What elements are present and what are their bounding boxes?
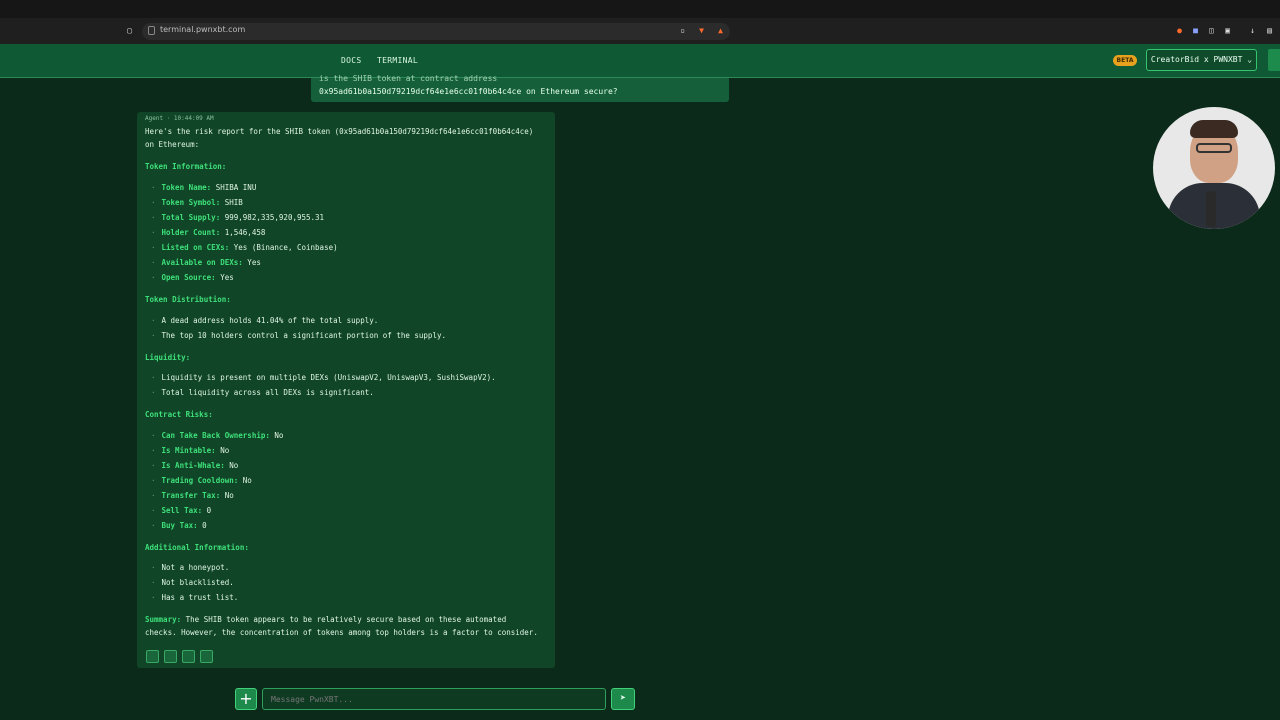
list-item: · Total liquidity across all DEXs is sign… xyxy=(151,388,374,397)
address-bar[interactable]: terminal.pwnxbt.com xyxy=(142,23,730,40)
user-message-line: is the SHIB token at contract address xyxy=(319,74,498,83)
list-item: · Is Mintable: No xyxy=(151,446,230,455)
agent-message-card: Agent · 10:44:09 AM Here's the risk repo… xyxy=(137,112,555,668)
webcam-overlay xyxy=(1153,107,1275,229)
extension-icon[interactable]: ● xyxy=(1175,26,1184,35)
nav-action-button[interactable] xyxy=(1268,49,1280,71)
list-item: · Trading Cooldown: No xyxy=(151,476,252,485)
list-item: · Open Source: Yes xyxy=(151,273,234,282)
list-item: · Is Anti-Whale: No xyxy=(151,461,239,470)
rewards-icon[interactable]: ▲ xyxy=(716,26,725,35)
nav-docs-link[interactable]: DOCS xyxy=(341,56,361,65)
summary-line: Summary: The SHIB token appears to be re… xyxy=(145,615,507,624)
section-heading: Contract Risks: xyxy=(145,410,213,419)
browser-toolbar: ▢ terminal.pwnxbt.com ▫ ▼ ▲ ● ■ ◫ ▣ ↓ ▤ xyxy=(0,0,1280,45)
app-navbar: DOCS TERMINAL xyxy=(0,44,1280,78)
tab-strip xyxy=(0,0,1280,18)
brave-shield-icon[interactable]: ▼ xyxy=(697,26,706,35)
send-button[interactable]: ➤ xyxy=(611,688,635,710)
microphone-icon xyxy=(1206,191,1216,227)
list-item: · The top 10 holders control a significan… xyxy=(151,331,446,340)
sidebar-toggle-icon[interactable]: ▣ xyxy=(1223,26,1232,35)
presenter-hair xyxy=(1190,120,1238,138)
user-message: is the SHIB token at contract address 0x… xyxy=(311,74,729,102)
puzzle-icon[interactable]: ◫ xyxy=(1207,26,1216,35)
share-icon[interactable]: ▫ xyxy=(678,26,687,35)
wallet-icon[interactable]: ■ xyxy=(1191,26,1200,35)
regenerate-button[interactable] xyxy=(200,650,213,663)
section-heading: Token Information: xyxy=(145,162,227,171)
url-text: terminal.pwnxbt.com xyxy=(160,25,246,34)
agent-intro: on Ethereum: xyxy=(145,140,200,149)
menu-icon[interactable]: ▤ xyxy=(1265,26,1274,35)
list-item: · Has a trust list. xyxy=(151,593,239,602)
message-input[interactable] xyxy=(262,688,606,710)
agent-timestamp: Agent · 10:44:09 AM xyxy=(145,115,214,122)
download-icon[interactable]: ↓ xyxy=(1248,26,1257,35)
section-heading: Token Distribution: xyxy=(145,295,231,304)
agent-intro: Here's the risk report for the SHIB toke… xyxy=(145,127,534,136)
section-heading: Additional Information: xyxy=(145,543,249,552)
list-item: · Holder Count: 1,546,458 xyxy=(151,228,266,237)
account-button[interactable]: CreatorBid x PWNXBT ⌄ xyxy=(1146,49,1257,71)
list-item: · Available on DEXs: Yes xyxy=(151,258,261,267)
list-item: · Token Symbol: SHIB xyxy=(151,198,243,207)
user-message-line: 0x95ad61b0a150d79219dcf64e1e6cc01f0b64c4… xyxy=(319,87,618,96)
list-item: · A dead address holds 41.04% of the tota… xyxy=(151,316,379,325)
list-item: · Not blacklisted. xyxy=(151,578,234,587)
list-item: · Transfer Tax: No xyxy=(151,491,234,500)
list-item: · Listed on CEXs: Yes (Binance, Coinbase) xyxy=(151,243,338,252)
list-item: · Token Name: SHIBA INU xyxy=(151,183,257,192)
composer-area xyxy=(0,682,1280,720)
bookmark-icon[interactable]: ▢ xyxy=(125,26,134,35)
list-item: · Total Supply: 999,982,335,920,955.31 xyxy=(151,213,325,222)
copy-button[interactable] xyxy=(146,650,159,663)
list-item: · Not a honeypot. xyxy=(151,563,230,572)
presenter-glasses xyxy=(1196,143,1232,153)
section-heading: Liquidity: xyxy=(145,353,191,362)
beta-badge: BETA xyxy=(1113,55,1137,66)
list-item: · Liquidity is present on multiple DEXs (… xyxy=(151,373,496,382)
add-attachment-button[interactable]: + xyxy=(235,688,257,710)
nav-terminal-link[interactable]: TERMINAL xyxy=(377,56,418,65)
thumbs-down-button[interactable] xyxy=(182,650,195,663)
summary-line: checks. However, the concentration of to… xyxy=(145,628,538,637)
thumbs-up-button[interactable] xyxy=(164,650,177,663)
list-item: · Buy Tax: 0 xyxy=(151,521,207,530)
lock-icon xyxy=(148,26,155,35)
list-item: · Can Take Back Ownership: No xyxy=(151,431,284,440)
list-item: · Sell Tax: 0 xyxy=(151,506,212,515)
